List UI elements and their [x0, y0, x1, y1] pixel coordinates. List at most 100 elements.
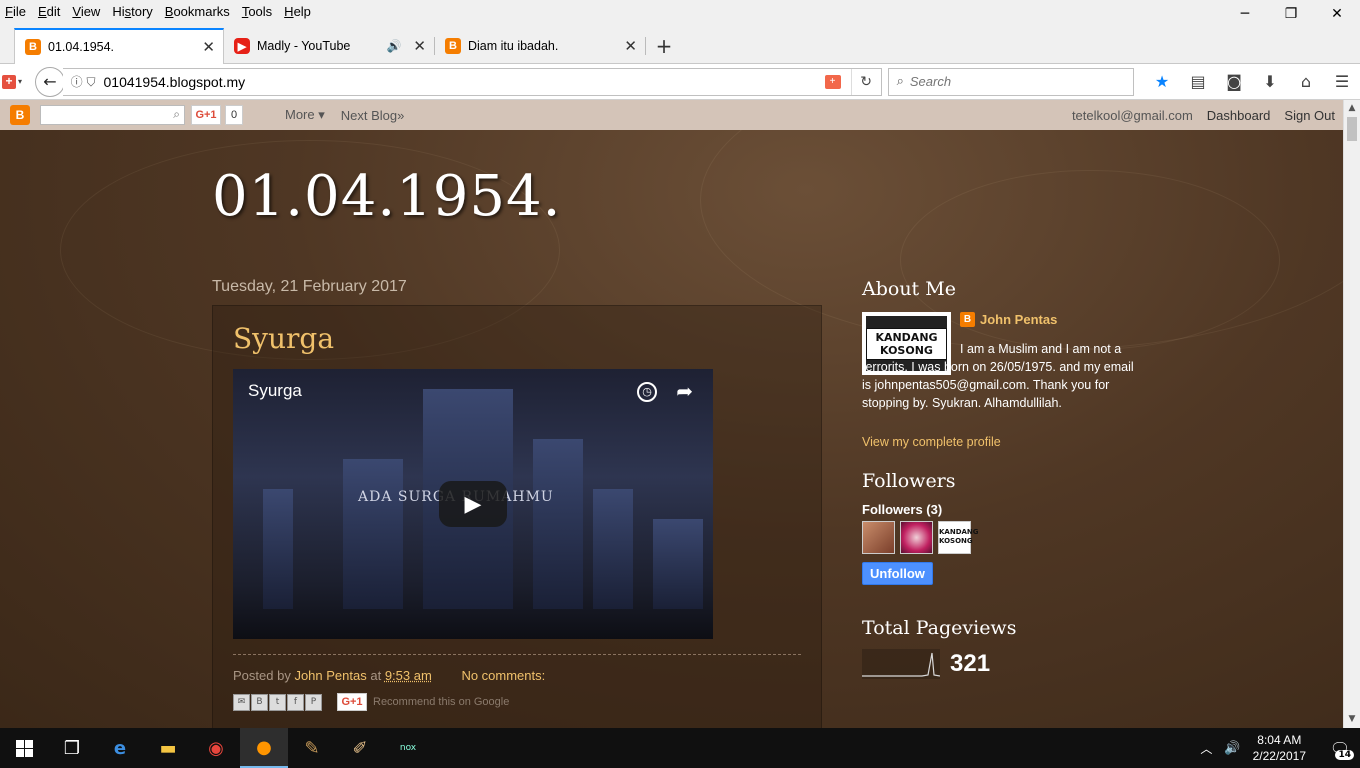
reading-list-icon[interactable]: ▤ [1180, 67, 1216, 97]
blog-title[interactable]: 01.04.1954. [212, 164, 561, 229]
video-frame-shape [263, 489, 293, 609]
next-blog-link[interactable]: Next Blog» [341, 108, 405, 123]
profile-name-link[interactable]: John Pentas [980, 312, 1057, 327]
restore-button[interactable]: ❐ [1268, 0, 1314, 28]
app-icon[interactable]: ✎ [288, 728, 336, 768]
clock-time: 8:04 AM [1257, 733, 1302, 747]
followers-title: Followers [862, 470, 956, 492]
menu-item-view[interactable]: View [66, 4, 106, 19]
chrome-icon[interactable]: ◉ [192, 728, 240, 768]
scroll-thumb[interactable] [1347, 117, 1357, 141]
menu-item-tools[interactable]: Tools [236, 4, 278, 19]
pageviews-sparkline [862, 649, 940, 679]
video-title[interactable]: Syurga [248, 381, 302, 401]
post-footer: Posted by John Pentas at 9:53 am No comm… [233, 668, 545, 683]
tab-01-04-1954[interactable]: B 01.04.1954. ✕ [14, 28, 224, 64]
tab-madly-youtube[interactable]: ▶ Madly - YouTube 🔊 ✕ [224, 29, 434, 63]
menu-item-edit[interactable]: Edit [32, 4, 66, 19]
paint-icon[interactable]: ✐ [336, 728, 384, 768]
scroll-down-icon[interactable]: ▼ [1344, 711, 1360, 728]
post-divider [233, 654, 801, 655]
close-window-button[interactable]: ✕ [1314, 0, 1360, 28]
avatar[interactable] [862, 521, 895, 554]
vertical-scrollbar[interactable]: ▲ ▼ [1343, 100, 1360, 728]
hamburger-menu-icon[interactable]: ☰ [1324, 67, 1360, 97]
dashboard-link[interactable]: Dashboard [1207, 108, 1271, 123]
gplus-share-button[interactable]: G+1 [337, 693, 367, 711]
speaker-icon[interactable]: 🔊 [386, 39, 401, 53]
new-tab-button[interactable]: + [646, 29, 682, 63]
task-view-icon[interactable]: ❐ [48, 728, 96, 768]
post-title[interactable]: Syurga [233, 322, 334, 355]
pocket-icon[interactable]: ◙ [1216, 67, 1252, 97]
pageviews-widget: Total Pageviews 321 [862, 617, 1142, 679]
watch-later-icon[interactable]: ◷ [637, 382, 657, 402]
start-button[interactable] [0, 728, 48, 768]
close-tab-icon[interactable]: ✕ [624, 37, 637, 55]
pinterest-share-icon[interactable]: P [305, 693, 322, 711]
action-center-icon[interactable]: 🗨 14 [1320, 728, 1360, 768]
blogger-icon: B [445, 38, 461, 54]
addon-icon: + [2, 74, 16, 89]
followers-count: Followers (3) [862, 502, 943, 517]
comments-link[interactable]: No comments: [461, 668, 545, 683]
follower-avatars: KANDANG KOSONG [862, 521, 1142, 554]
twitter-share-icon[interactable]: t [269, 693, 286, 711]
sign-out-link[interactable]: Sign Out [1284, 108, 1335, 123]
clock[interactable]: 8:04 AM 2/22/2017 [1253, 732, 1306, 764]
tab-diam-itu-ibadah[interactable]: B Diam itu ibadah. ✕ [435, 29, 645, 63]
nox-icon[interactable]: nox [384, 728, 432, 768]
menu-item-bookmarks[interactable]: Bookmarks [159, 4, 236, 19]
file-explorer-icon[interactable]: ▬ [144, 728, 192, 768]
pageviews-title: Total Pageviews [862, 617, 1017, 639]
blogger-logo-icon[interactable]: B [10, 105, 30, 125]
url-bar[interactable]: ⓘ ⛉ 01041954.blogspot.my + ↻ [62, 67, 882, 96]
bookmark-star-icon[interactable]: ★ [1144, 67, 1180, 97]
view-profile-link[interactable]: View my complete profile [862, 435, 1001, 449]
more-menu[interactable]: More ▾ [285, 107, 325, 123]
unfollow-button[interactable]: Unfollow [862, 562, 933, 585]
date-header: Tuesday, 21 February 2017 [212, 278, 407, 295]
feed-icon[interactable]: + [824, 74, 841, 89]
back-button[interactable]: ← [35, 66, 65, 97]
share-buttons: ✉ B t f P G+1 Recommend this on Google [233, 693, 509, 711]
email-share-icon[interactable]: ✉ [233, 693, 250, 711]
profile-bio: I am a Muslim and I am not a terrorits. … [862, 342, 1134, 410]
menu-bar: File Edit View History Bookmarks Tools Help [0, 0, 1360, 22]
followers-widget: Followers Followers (3) KANDANG KOSONG U… [862, 470, 1142, 585]
addon-button[interactable]: + ▾ [2, 72, 31, 92]
home-icon[interactable]: ⌂ [1288, 67, 1324, 97]
chevron-up-icon[interactable]: ︿ [1200, 740, 1212, 757]
post-time-link[interactable]: 9:53 am [385, 668, 432, 683]
search-bar[interactable]: ⌕ [887, 67, 1134, 96]
site-info-icon[interactable]: ⓘ ⛉ [71, 73, 96, 90]
close-tab-icon[interactable]: ✕ [202, 38, 215, 56]
video-player[interactable]: Syurga ◷ ➦ ADA SURGA RUMAHMU ▶ [233, 369, 713, 639]
menu-item-history[interactable]: History [106, 4, 158, 19]
facebook-share-icon[interactable]: f [287, 693, 304, 711]
close-tab-icon[interactable]: ✕ [413, 37, 426, 55]
search-icon[interactable]: ⌕ [173, 107, 180, 122]
share-icon[interactable]: ➦ [676, 379, 693, 403]
blog-search-input[interactable]: ⌕ [40, 105, 185, 125]
youtube-icon: ▶ [234, 38, 250, 54]
blog-page: 01.04.1954. Tuesday, 21 February 2017 Sy… [0, 130, 1343, 728]
scroll-up-icon[interactable]: ▲ [1344, 100, 1360, 117]
blog-post: Syurga Syurga ◷ ➦ ADA SURGA RUMAHMU ▶ Po… [212, 305, 822, 728]
download-icon[interactable]: ⬇ [1252, 67, 1288, 97]
menu-item-file[interactable]: File [0, 4, 32, 19]
avatar[interactable]: KANDANG KOSONG [938, 521, 979, 554]
post-author-link[interactable]: John Pentas [294, 668, 366, 683]
volume-icon[interactable]: 🔊 [1224, 741, 1240, 756]
blogger-share-icon[interactable]: B [251, 693, 268, 711]
play-button[interactable]: ▶ [439, 481, 507, 527]
menu-item-help[interactable]: Help [278, 4, 317, 19]
url-text[interactable]: 01041954.blogspot.my [104, 74, 825, 90]
reload-button[interactable]: ↻ [850, 68, 881, 95]
gplus-button[interactable]: G+1 [191, 105, 221, 125]
minimize-button[interactable]: ─ [1222, 0, 1268, 28]
edge-icon[interactable]: e [96, 728, 144, 768]
firefox-icon[interactable]: ● [240, 728, 288, 768]
search-input[interactable] [909, 74, 1110, 89]
avatar[interactable] [900, 521, 933, 554]
